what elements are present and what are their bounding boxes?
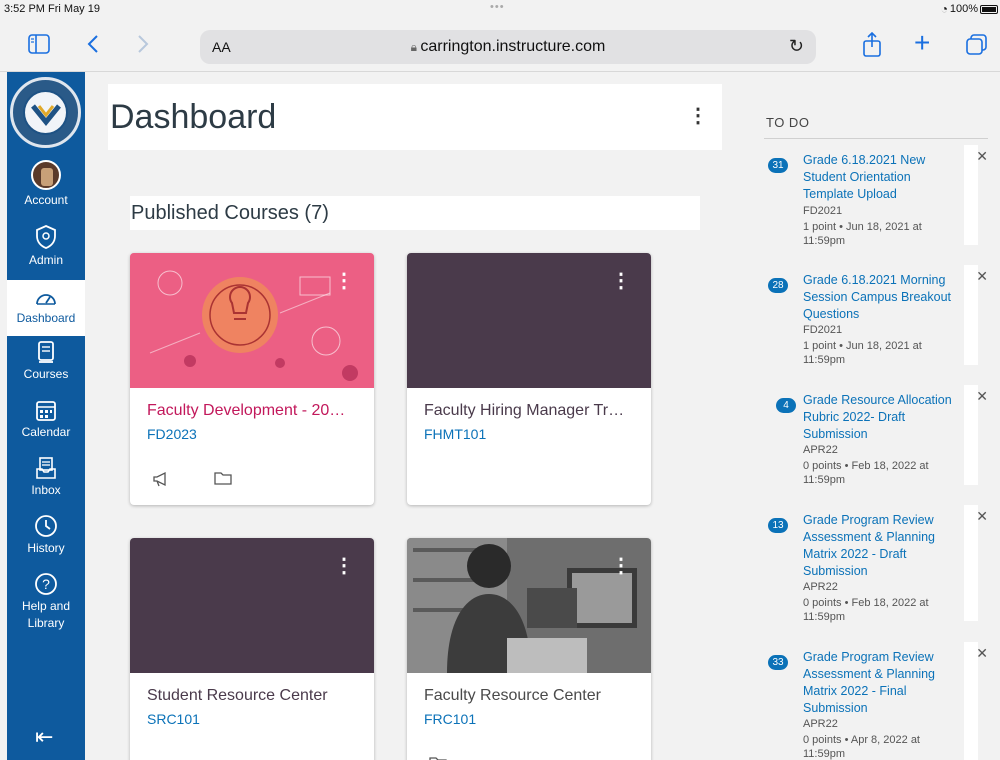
sidebar-toggle-icon[interactable] (28, 34, 50, 58)
todo-item-course: FD2021 (803, 205, 843, 217)
svg-text:?: ? (42, 576, 50, 592)
book-icon (38, 341, 54, 363)
course-card[interactable]: ⋮ Student Resource Center SRC101 (130, 538, 374, 760)
todo-divider (764, 138, 988, 139)
course-card-title[interactable]: Faculty Development - 20… (147, 402, 359, 420)
inbox-icon (36, 457, 56, 479)
reload-icon[interactable]: ↻ (789, 36, 804, 57)
course-card[interactable]: ⋮ Faculty Resource Center FRC101 (407, 538, 651, 760)
todo-item-meta: 1 point • Jun 18, 2021 at 11:59pm (803, 221, 922, 247)
close-icon[interactable]: ✕ (976, 148, 988, 165)
course-card[interactable]: ⋮ Faculty Hiring Manager Tr… FHMT101 (407, 253, 651, 505)
announcements-icon[interactable] (152, 471, 170, 490)
nav-help-label: Help and Library (21, 599, 71, 630)
course-card-options-icon[interactable]: ⋮ (611, 271, 631, 291)
nav-courses[interactable]: Courses (7, 340, 85, 383)
course-card-code: FD2023 (147, 426, 197, 442)
course-card-options-icon[interactable]: ⋮ (611, 556, 631, 576)
todo-item-meta: 1 point • Jun 18, 2021 at 11:59pm (803, 340, 922, 366)
course-card-code: FRC101 (424, 711, 477, 727)
todo-item-link[interactable]: Grade 6.18.2021 Morning Session Campus B… (803, 272, 963, 323)
todo-item-course: APR22 (803, 581, 838, 593)
course-card-code: SRC101 (147, 711, 200, 727)
course-card-title[interactable]: Faculty Resource Center (424, 687, 636, 705)
url-text: 🔒︎ carrington.instructure.com (200, 38, 816, 56)
nav-inbox[interactable]: Inbox (7, 456, 85, 499)
status-bar: 3:52 PM Fri May 19 ••• ◔ 100% (0, 0, 1000, 20)
close-icon[interactable]: ✕ (976, 388, 988, 405)
wifi-icon: ◔ (940, 2, 948, 16)
page-title: Dashboard (110, 98, 277, 136)
tabs-overview-icon[interactable] (966, 34, 988, 60)
todo-item-meta: 0 points • Apr 8, 2022 at 11:59pm (803, 734, 920, 760)
url-label: carrington.instructure.com (420, 38, 606, 55)
nav-admin[interactable]: Admin (7, 224, 85, 269)
todo-item-meta: 0 points • Feb 18, 2022 at 11:59pm (803, 460, 929, 486)
close-icon[interactable]: ✕ (976, 508, 988, 525)
files-folder-icon[interactable] (214, 471, 232, 488)
published-courses-heading: Published Courses (7) (130, 196, 700, 230)
avatar (31, 160, 61, 190)
calendar-icon (36, 401, 56, 421)
nav-inbox-label: Inbox (31, 483, 61, 497)
dashboard-header: Dashboard ⋮ (108, 84, 722, 150)
todo-count-badge: 33 (768, 655, 788, 670)
multitask-dots[interactable]: ••• (490, 1, 505, 13)
dashboard-gauge-icon (36, 294, 56, 305)
back-icon[interactable] (86, 34, 100, 58)
todo-title: TO DO (766, 115, 810, 130)
todo-count-badge: 31 (768, 158, 788, 173)
todo-item-course: APR22 (803, 718, 838, 730)
lock-icon: 🔒︎ (410, 40, 421, 54)
help-icon: ? (35, 573, 57, 595)
files-folder-icon[interactable] (429, 756, 447, 760)
todo-count-badge: 28 (768, 278, 788, 293)
battery-icon (980, 5, 998, 14)
forward-icon[interactable] (136, 34, 150, 58)
nav-dashboard-label: Dashboard (16, 311, 76, 325)
status-time: 3:52 PM Fri May 19 (4, 3, 100, 15)
todo-item-course: FD2021 (803, 324, 843, 336)
nav-calendar-label: Calendar (21, 425, 71, 439)
nav-admin-label: Admin (28, 253, 63, 267)
logo-emblem-icon (31, 104, 61, 126)
course-card-options-icon[interactable]: ⋮ (334, 271, 354, 291)
course-card-code: FHMT101 (424, 426, 487, 442)
nav-history-label: History (27, 541, 65, 555)
course-card-options-icon[interactable]: ⋮ (334, 556, 354, 576)
close-icon[interactable]: ✕ (976, 645, 988, 662)
todo-item-meta: 0 points • Feb 18, 2022 at 11:59pm (803, 597, 929, 623)
published-courses-title: Published Courses (7) (131, 202, 329, 224)
new-tab-icon[interactable]: + (914, 29, 930, 57)
close-icon[interactable]: ✕ (976, 268, 988, 285)
course-card[interactable]: ⋮ Faculty Development - 20… FD2023 (130, 253, 374, 505)
browser-toolbar: AA 🔒︎ carrington.instructure.com ↻ + (0, 20, 1000, 72)
battery-percent: 100% (949, 3, 978, 15)
todo-item-link[interactable]: Grade 6.18.2021 New Student Orientation … (803, 152, 963, 203)
todo-item-link[interactable]: Grade Program Review Assessment & Planni… (803, 649, 963, 717)
todo-count-badge: 4 (776, 398, 796, 413)
nav-help[interactable]: ? Help and Library (7, 572, 85, 632)
todo-item-link[interactable]: Grade Program Review Assessment & Planni… (803, 512, 963, 580)
nav-history[interactable]: History (7, 514, 85, 557)
share-icon[interactable] (862, 31, 882, 62)
global-navigation: Account Admin Dashboard Courses Calendar… (7, 72, 85, 760)
dashboard-options-icon[interactable]: ⋮ (688, 106, 708, 126)
clock-icon (35, 515, 57, 537)
todo-item-course: APR22 (803, 444, 838, 456)
nav-courses-label: Courses (23, 367, 69, 381)
nav-calendar[interactable]: Calendar (7, 398, 85, 441)
collapse-nav-icon[interactable]: ⇤ (35, 724, 53, 750)
course-card-title[interactable]: Student Resource Center (147, 687, 359, 705)
nav-account-label: Account (24, 193, 68, 207)
college-logo[interactable] (10, 77, 81, 148)
address-bar[interactable]: AA 🔒︎ carrington.instructure.com ↻ (200, 30, 816, 64)
course-card-title[interactable]: Faculty Hiring Manager Tr… (424, 402, 636, 420)
shield-icon (36, 225, 56, 249)
nav-dashboard[interactable]: Dashboard (7, 280, 85, 336)
nav-account[interactable]: Account (7, 160, 85, 209)
todo-count-badge: 13 (768, 518, 788, 533)
todo-item-link[interactable]: Grade Resource Allocation Rubric 2022- D… (803, 392, 963, 443)
